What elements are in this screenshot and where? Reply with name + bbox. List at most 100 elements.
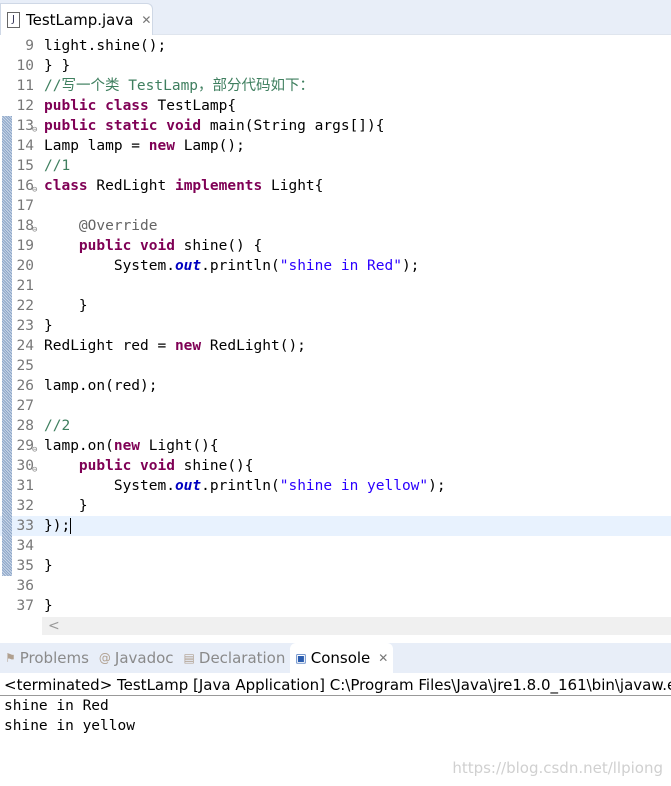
line-number: 13 bbox=[16, 118, 34, 134]
code-text: lamp.on(red); bbox=[44, 376, 158, 396]
code-token: new bbox=[113, 438, 141, 454]
text-cursor bbox=[70, 518, 72, 534]
code-line[interactable]: 30 ⊖ public void shine(){ bbox=[0, 456, 671, 476]
line-number: 25 bbox=[16, 358, 34, 374]
code-line[interactable]: 11 //写一个类 TestLamp，部分代码如下： bbox=[0, 76, 671, 96]
code-line[interactable]: 14 Lamp lamp = new Lamp(); bbox=[0, 136, 671, 156]
tab-testlamp-java[interactable]: J TestLamp.java ✕ bbox=[0, 3, 153, 35]
code-token: .println( bbox=[201, 478, 280, 494]
tab-declaration[interactable]: ▤ Declaration bbox=[179, 643, 291, 673]
line-number: 16 bbox=[16, 178, 34, 194]
tab-label: Problems bbox=[19, 649, 89, 667]
code-text: light.shine(); bbox=[44, 36, 166, 56]
code-token: Lamp(); bbox=[174, 138, 245, 154]
code-token: Light{ bbox=[262, 178, 324, 194]
code-line[interactable]: 17 bbox=[0, 196, 671, 216]
code-text: } bbox=[44, 316, 53, 336]
code-token: out bbox=[174, 478, 202, 494]
code-line[interactable]: 34 bbox=[0, 536, 671, 556]
line-number: 27 bbox=[16, 398, 34, 414]
code-token: "shine in yellow" bbox=[279, 478, 429, 494]
code-line[interactable]: 27 bbox=[0, 396, 671, 416]
close-icon[interactable]: ✕ bbox=[141, 13, 151, 27]
line-number: 30 bbox=[16, 458, 34, 474]
divider bbox=[0, 695, 671, 696]
code-line[interactable]: 32 } bbox=[0, 496, 671, 516]
code-line[interactable]: 36 bbox=[0, 576, 671, 596]
code-line[interactable]: 16 ⊖ class RedLight implements Light{ bbox=[0, 176, 671, 196]
code-text: }); bbox=[44, 516, 72, 536]
line-number: 14 bbox=[16, 138, 34, 154]
code-token: light.shine(); bbox=[44, 38, 167, 54]
tab-label: Declaration bbox=[198, 649, 286, 667]
code-token: } bbox=[44, 598, 53, 614]
code-token: class bbox=[44, 178, 88, 194]
tab-javadoc[interactable]: @ Javadoc bbox=[94, 643, 179, 673]
line-number: 23 bbox=[16, 318, 34, 334]
code-line[interactable]: 18 ⊖ @Override bbox=[0, 216, 671, 236]
console-icon: ▣ bbox=[295, 651, 307, 665]
tab-problems[interactable]: ⚑ Problems bbox=[0, 643, 94, 673]
code-line[interactable]: 13 ⊖ public static void main(String args[]… bbox=[0, 116, 671, 136]
code-line[interactable]: 20 System.out.println("shine in Red"); bbox=[0, 256, 671, 276]
line-number: 12 bbox=[16, 98, 34, 114]
code-line[interactable]: 26 lamp.on(red); bbox=[0, 376, 671, 396]
line-number: 10 bbox=[16, 58, 34, 74]
code-token: } bbox=[44, 318, 53, 334]
code-editor[interactable]: 9 light.shine(); 10} } 11//写一个类 TestLamp，部分… bbox=[0, 35, 671, 617]
line-number: 11 bbox=[16, 78, 34, 94]
code-line[interactable]: 24 RedLight red = new RedLight(); bbox=[0, 336, 671, 356]
code-line[interactable]: 10 } } bbox=[0, 56, 671, 76]
code-token: public static void bbox=[44, 118, 202, 134]
line-number: 15 bbox=[16, 158, 34, 174]
code-text: } bbox=[44, 496, 88, 516]
code-token: RedLight red = bbox=[44, 338, 175, 354]
tab-console[interactable]: ▣ Console ✕ bbox=[290, 643, 394, 673]
line-number: 9 bbox=[25, 38, 34, 54]
code-text: @Override bbox=[44, 216, 158, 236]
code-line[interactable]: 35} bbox=[0, 556, 671, 576]
line-number: 17 bbox=[16, 198, 34, 214]
code-token: Light(){ bbox=[140, 438, 219, 454]
close-icon[interactable]: ✕ bbox=[378, 651, 388, 665]
code-line[interactable]: 9 light.shine(); bbox=[0, 36, 671, 56]
code-token: } } bbox=[44, 58, 71, 74]
code-text: public void shine() { bbox=[44, 236, 262, 256]
code-line[interactable]: 12 public class TestLamp{ bbox=[0, 96, 671, 116]
line-number: 32 bbox=[16, 498, 34, 514]
code-line[interactable]: 37} bbox=[0, 596, 671, 616]
code-line[interactable]: 22 } bbox=[0, 296, 671, 316]
code-line[interactable]: 31 System.out.println("shine in yellow")… bbox=[0, 476, 671, 496]
code-text: } bbox=[44, 556, 53, 576]
code-token: @Override bbox=[44, 218, 158, 234]
code-line[interactable]: 15 //1 bbox=[0, 156, 671, 176]
code-token: RedLight(); bbox=[201, 338, 306, 354]
code-line[interactable]: 28 //2 bbox=[0, 416, 671, 436]
code-line[interactable]: 25 bbox=[0, 356, 671, 376]
code-token: .println( bbox=[201, 258, 280, 274]
tab-label: Javadoc bbox=[114, 649, 174, 667]
code-token: out bbox=[174, 258, 202, 274]
code-line[interactable]: 23} bbox=[0, 316, 671, 336]
code-line[interactable]: 21 bbox=[0, 276, 671, 296]
scroll-left-icon[interactable]: < bbox=[48, 618, 60, 634]
line-number: 26 bbox=[16, 378, 34, 394]
declaration-icon: ▤ bbox=[183, 651, 195, 665]
code-line[interactable]: 19 public void shine() { bbox=[0, 236, 671, 256]
code-token: } bbox=[44, 298, 88, 314]
code-token: System. bbox=[44, 478, 175, 494]
code-token: lamp.on( bbox=[44, 438, 114, 454]
console-output-line: shine in yellow bbox=[4, 718, 135, 734]
line-number: 37 bbox=[16, 598, 34, 614]
code-line[interactable]: 33}); bbox=[0, 516, 671, 536]
tab-title: TestLamp.java bbox=[26, 10, 134, 29]
code-line[interactable]: 29 ⊖ lamp.on(new Light(){ bbox=[0, 436, 671, 456]
code-token: shine() { bbox=[174, 238, 263, 254]
code-token: public void bbox=[44, 458, 175, 474]
line-number: 29 bbox=[16, 438, 34, 454]
code-text: //写一个类 TestLamp，部分代码如下： bbox=[44, 76, 314, 96]
line-number: 18 bbox=[16, 218, 34, 234]
problems-icon: ⚑ bbox=[5, 651, 16, 665]
watermark: https://blog.csdn.net/llpiong bbox=[452, 759, 663, 777]
horizontal-scrollbar[interactable]: < bbox=[42, 617, 671, 635]
